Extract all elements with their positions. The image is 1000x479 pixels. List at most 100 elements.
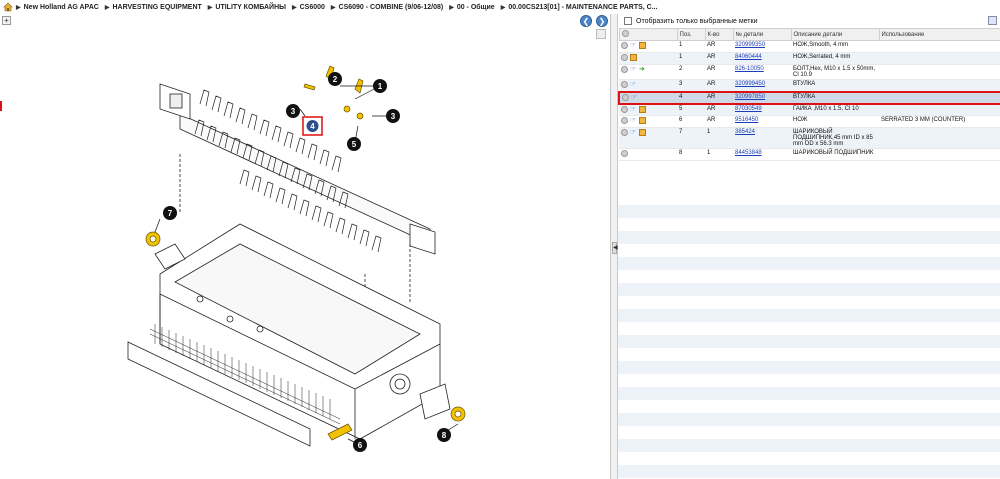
table-row[interactable]: 8 1 84453848 ШАРИКОВЫЙ ПОДШИПНИК	[619, 148, 1000, 161]
package-icon[interactable]	[639, 42, 646, 49]
description-cell: БОЛТ,Hex, M10 x 1.5 x 50mm, Cl 10.9	[791, 64, 879, 80]
usage-cell	[879, 103, 1000, 116]
pointer-icon[interactable]: ☞	[630, 81, 637, 88]
breadcrumb-item[interactable]: UTILITY КОМБАЙНЫ	[208, 4, 286, 11]
quantity-cell: 1	[705, 127, 733, 149]
add-icon[interactable]	[621, 105, 628, 113]
collapse-panel-icon[interactable]: ◀	[612, 242, 618, 254]
part-number-link[interactable]: 84453848	[733, 148, 791, 161]
row-actions: ☞	[619, 79, 677, 92]
pointer-icon[interactable]: ☞	[630, 42, 637, 49]
column-header[interactable]: К-во	[704, 28, 734, 41]
selection-marker	[0, 101, 2, 111]
add-icon[interactable]	[621, 66, 628, 73]
quantity-cell: 1	[705, 148, 733, 161]
column-header[interactable]	[618, 28, 678, 41]
position-cell: 2	[677, 64, 705, 80]
part-number-link[interactable]: 84060444	[733, 52, 791, 65]
pointer-icon[interactable]: ☞	[630, 66, 637, 73]
add-icon[interactable]	[621, 129, 628, 136]
callout-7[interactable]: 7	[163, 206, 177, 220]
part-number-link[interactable]: 320999450	[733, 79, 791, 92]
description-cell: ШАРИКОВЫЙ ПОДШИПНИК	[791, 148, 879, 161]
expand-all-icon[interactable]	[621, 30, 629, 37]
previous-page-button[interactable]: ❮	[580, 15, 592, 27]
pointer-icon[interactable]: ☞	[630, 117, 637, 124]
usage-cell	[879, 40, 1000, 53]
pointer-icon[interactable]: ☞	[630, 129, 637, 136]
table-row[interactable]: ☞ 5 AR 87030549 ГАЙКА ,M10 x 1.5, Cl 10	[619, 103, 1000, 116]
table-row[interactable]: ☞ 7 1 385424 ШАРИКОВЫЙ ПОДШИПНИК,45 mm ID x …	[619, 127, 1000, 149]
table-row[interactable]: ☞ ➜ 2 AR 826-10050 БОЛТ,Hex, M10 x 1.5 x 50mm…	[619, 64, 1000, 80]
svg-text:3: 3	[291, 107, 296, 116]
add-icon[interactable]	[622, 93, 629, 101]
quantity-cell: AR	[705, 79, 733, 92]
description-cell: ГАЙКА ,M10 x 1.5, Cl 10	[791, 103, 879, 116]
callout-3[interactable]: 3	[286, 104, 300, 118]
part-number-link[interactable]: 9516450	[733, 115, 791, 128]
breadcrumb-item[interactable]: 00 - Общие	[449, 4, 495, 11]
package-icon[interactable]	[639, 105, 646, 113]
pane-splitter[interactable]: ◀	[611, 14, 618, 479]
callout-1[interactable]: 1	[373, 79, 387, 93]
next-page-button[interactable]: ❯	[596, 15, 608, 27]
column-header[interactable]: Использование	[878, 28, 1000, 41]
drawing-toolbar-square[interactable]	[596, 29, 606, 39]
table-row[interactable]: ☞ 3 AR 320999450 ВТУЛКА	[619, 79, 1000, 92]
callout-5[interactable]: 5	[347, 137, 361, 151]
usage-cell: SERRATED 3 MM (COUNTER)	[879, 115, 1000, 128]
position-cell: 5	[677, 103, 705, 116]
callout-3b[interactable]: 3	[386, 109, 400, 123]
export-icon[interactable]	[988, 16, 997, 25]
part-number-link[interactable]: 87030549	[733, 103, 791, 116]
package-icon[interactable]	[639, 129, 646, 136]
usage-cell	[879, 52, 1000, 65]
breadcrumb-item[interactable]: CS6090 - COMBINE (9/06-12/08)	[331, 4, 444, 11]
drawing-pane: + ❮ ❯ 1 2 3 3 4 5 6 7 8	[0, 14, 611, 479]
callout-6[interactable]: 6	[353, 438, 367, 452]
show-selected-checkbox[interactable]	[624, 17, 632, 25]
package-icon[interactable]	[630, 54, 637, 61]
description-cell: ВТУЛКА	[791, 90, 879, 105]
table-row[interactable]: ☞ 4 AR 320997850 ВТУЛКА	[618, 90, 1000, 105]
table-row[interactable]: 1 AR 84060444 НОЖ,Serrated, 4 mm	[619, 52, 1000, 65]
usage-cell	[879, 127, 1000, 149]
position-cell: 7	[677, 127, 705, 149]
description-cell: НОЖ	[791, 115, 879, 128]
home-icon[interactable]	[3, 2, 13, 12]
svg-text:3: 3	[391, 112, 396, 121]
table-row[interactable]: ☞ 6 AR 9516450 НОЖ SERRATED 3 MM (COUNTER)	[619, 115, 1000, 128]
replacement-arrow-icon[interactable]: ➜	[639, 66, 646, 73]
filter-bar: Отобразить только выбранные метки	[618, 14, 1000, 28]
part-number-link[interactable]: 385424	[733, 127, 791, 149]
breadcrumb-item[interactable]: New Holland AG APAC	[16, 4, 99, 11]
pointer-icon[interactable]: ☞	[631, 94, 638, 101]
add-icon[interactable]	[621, 42, 628, 49]
part-number-link[interactable]: 320997850	[733, 90, 791, 105]
description-cell: НОЖ,Smooth, 4 mm	[791, 40, 879, 53]
breadcrumb-item[interactable]: HARVESTING EQUIPMENT	[105, 4, 201, 11]
add-icon[interactable]	[621, 54, 628, 61]
column-header[interactable]: Поз.	[676, 28, 706, 41]
package-icon[interactable]	[639, 117, 646, 124]
callout-4[interactable]: 4	[302, 116, 323, 136]
expand-button[interactable]: +	[2, 16, 11, 25]
breadcrumb-item[interactable]: CS6000	[292, 4, 325, 11]
table-row[interactable]: ☞ 1 AR 320999350 НОЖ,Smooth, 4 mm	[619, 40, 1000, 53]
callout-2[interactable]: 2	[328, 72, 342, 86]
part-number-link[interactable]: 826-10050	[733, 64, 791, 80]
svg-text:1: 1	[378, 82, 383, 91]
row-actions: ☞	[619, 40, 677, 53]
column-header[interactable]: Описание детали	[790, 28, 880, 41]
add-icon[interactable]	[621, 117, 628, 124]
add-icon[interactable]	[621, 150, 628, 157]
description-cell: ВТУЛКА	[791, 79, 879, 92]
column-header[interactable]: № детали	[732, 28, 792, 41]
add-icon[interactable]	[621, 81, 628, 88]
breadcrumb-item[interactable]: 00.00CS213[01] - MAINTENANCE PARTS, C...	[501, 4, 657, 11]
callout-8[interactable]: 8	[437, 428, 451, 442]
description-cell: НОЖ,Serrated, 4 mm	[791, 52, 879, 65]
pointer-icon[interactable]: ☞	[630, 106, 637, 113]
quantity-cell: AR	[705, 90, 733, 105]
part-number-link[interactable]: 320999350	[733, 40, 791, 53]
